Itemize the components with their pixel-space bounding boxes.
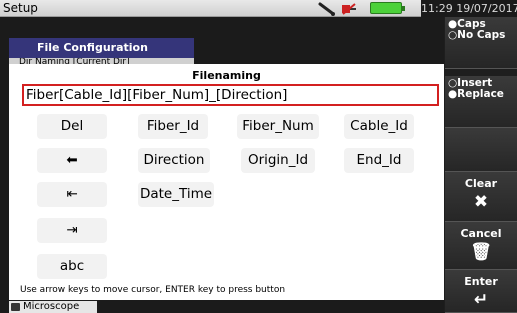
backspace-key[interactable]: ⬅ xyxy=(37,148,107,173)
insert-replace-toggle[interactable]: ○Insert ●Replace xyxy=(445,76,517,128)
filename-input[interactable]: Fiber[Cable_Id][Fiber_Num]_[Direction] xyxy=(22,84,439,106)
clear-button[interactable]: Clear ✖ xyxy=(445,172,517,222)
top-status-bar: Setup 11:29 19/07/2017 xyxy=(0,0,517,17)
app-title: Setup xyxy=(3,1,38,15)
microscope-tab[interactable]: Microscope xyxy=(9,301,97,313)
enter-arrow-icon: ↵ xyxy=(473,290,489,310)
end-id-key[interactable]: End_Id xyxy=(344,148,414,173)
del-key[interactable]: Del xyxy=(37,114,107,139)
probe-icon xyxy=(318,2,335,16)
direction-key[interactable]: Direction xyxy=(138,148,210,173)
side-empty-slot xyxy=(445,128,517,172)
tab-file-configuration[interactable]: File Configuration xyxy=(9,38,194,58)
replace-option[interactable]: ●Replace xyxy=(448,89,517,100)
enter-label: Enter xyxy=(464,275,498,288)
enter-button[interactable]: Enter ↵ xyxy=(445,270,517,313)
battery-icon xyxy=(370,2,405,14)
camera-icon xyxy=(11,303,20,311)
clear-label: Clear xyxy=(464,177,498,190)
hint-text: Use arrow keys to move cursor, ENTER key… xyxy=(20,285,286,295)
abc-key[interactable]: abc xyxy=(37,254,107,279)
cable-id-key[interactable]: Cable_Id xyxy=(344,114,414,139)
cancel-label: Cancel xyxy=(460,227,502,240)
origin-id-key[interactable]: Origin_Id xyxy=(241,148,315,173)
caps-toggle[interactable]: ●Caps ○No Caps xyxy=(445,17,517,69)
filenaming-panel: Filenaming Fiber[Cable_Id][Fiber_Num]_[D… xyxy=(9,64,444,300)
status-icons xyxy=(318,1,358,16)
trash-icon: 🗑 xyxy=(470,242,492,262)
date-time-key[interactable]: Date_Time xyxy=(138,182,214,207)
end-key[interactable]: ⇥ xyxy=(37,218,107,243)
home-key[interactable]: ⇤ xyxy=(37,182,107,207)
clock: 11:29 19/07/2017 xyxy=(421,0,517,17)
no-connection-icon xyxy=(342,2,356,15)
cancel-button[interactable]: Cancel 🗑 xyxy=(445,222,517,270)
fiber-num-key[interactable]: Fiber_Num xyxy=(237,114,319,139)
microscope-label: Microscope xyxy=(23,301,80,312)
filenaming-label: Filenaming xyxy=(192,69,261,82)
no-caps-option[interactable]: ○No Caps xyxy=(448,30,517,41)
clear-x-icon: ✖ xyxy=(473,192,489,212)
fiber-id-key[interactable]: Fiber_Id xyxy=(138,114,208,139)
